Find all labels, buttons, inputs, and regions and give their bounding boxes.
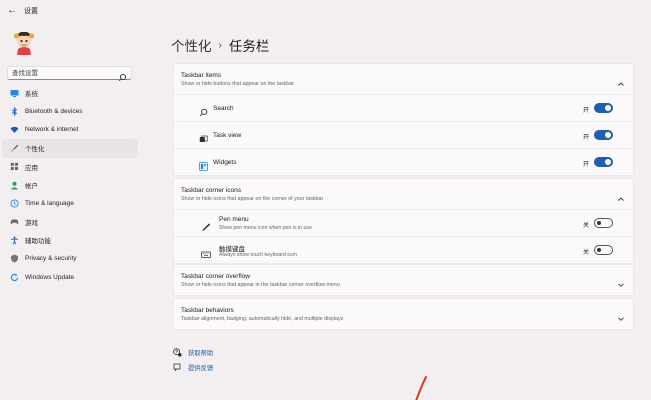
red-pen-stroke [415,376,427,400]
taskbar-corner-overflow-card[interactable]: Taskbar corner overflow Show or hide ico… [173,264,634,296]
search-input[interactable] [12,69,117,78]
keyboard-icon [201,246,211,258]
taskbar-behaviors-header[interactable]: Taskbar behaviors Taskbar alignment, bad… [174,299,633,329]
sidebar-item-apps[interactable]: 应用 [2,158,138,176]
chevron-down-icon[interactable] [617,310,625,321]
section-title: Taskbar items [181,72,222,79]
avatar[interactable] [10,28,38,56]
widgets-icon [199,158,208,171]
title-bar: ← 设置 [0,0,651,22]
shield-icon [10,254,19,263]
setting-label: Search [213,105,234,112]
task-view-icon [199,131,208,142]
toggle-state-text: 关 [582,250,589,256]
help-links: 获取帮助 提供反馈 [173,345,213,375]
feedback-icon [173,363,182,372]
sidebar-item-label: Time & language [25,200,74,208]
search-icon [118,69,127,82]
toggle-state-text: 关 [582,223,589,229]
section-title: Taskbar corner icons [181,187,241,194]
sidebar-item-label: Bluetooth & devices [25,108,83,116]
task-view-toggle[interactable] [594,130,613,140]
taskbar-items-header[interactable]: Taskbar items Show or hide buttons that … [174,64,633,94]
get-help-label: 获取帮助 [188,350,214,357]
get-help-link[interactable]: 获取帮助 [173,345,213,360]
sidebar-nav: 系统 Bluetooth & devices Network & interne… [0,84,140,286]
setting-row-search: Search 开 [174,94,633,121]
give-feedback-link[interactable]: 提供反馈 [173,360,213,375]
section-title: Taskbar corner overflow [181,273,250,280]
help-icon [173,348,182,357]
sidebar-item-accessibility[interactable]: 辅助功能 [2,231,138,249]
taskbar-corner-icons-card: Taskbar corner icons Show or hide icons … [173,178,634,264]
section-subtitle: Taskbar alignment, badging, automaticall… [181,316,344,322]
pen-icon [201,219,211,232]
toggle-state-text: 开 [582,135,589,141]
globe-clock-icon [10,199,19,208]
sidebar-item-label: Network & internet [25,126,79,134]
wifi-icon [10,125,19,134]
toggle-state-text: 开 [582,162,589,168]
sidebar-item-label: Windows Update [25,273,75,281]
person-icon [10,181,19,190]
back-button[interactable]: ← [6,5,18,17]
taskbar-items-card: Taskbar items Show or hide buttons that … [173,63,634,176]
sidebar-item-label: 辅助功能 [25,238,51,246]
section-subtitle: Show or hide icons that appear in the ta… [181,282,340,288]
sidebar-item-label: 个性化 [25,146,45,154]
sidebar-item-time-language[interactable]: Time & language [2,194,138,212]
setting-row-touch-keyboard: 触摸键盘 Always show touch keyboard icon 关 [174,236,633,263]
monitor-icon [10,89,19,98]
gamepad-icon [10,217,19,226]
search-icon [199,104,208,117]
window-title: 设置 [24,8,38,15]
taskbar-corner-overflow-header[interactable]: Taskbar corner overflow Show or hide ico… [174,265,633,295]
sidebar-item-windows-update[interactable]: Windows Update [2,268,138,286]
sidebar-item-label: 系统 [25,91,38,99]
setting-label: Task view [213,132,242,139]
chevron-up-icon[interactable] [617,190,625,201]
chevron-up-icon[interactable] [617,75,625,86]
sidebar-item-system[interactable]: 系统 [2,84,138,102]
bluetooth-icon [10,107,19,117]
setting-label: Pen menu [219,216,249,223]
brush-icon [10,144,19,153]
setting-row-task-view: Task view 开 [174,121,633,148]
breadcrumb: 个性化 › 任务栏 [171,35,269,55]
sidebar-item-bluetooth[interactable]: Bluetooth & devices [2,102,138,120]
sidebar-item-label: 游戏 [25,219,38,227]
section-title: Taskbar behaviors [181,307,234,314]
sidebar-item-label: 帐户 [25,183,38,191]
setting-description: Show pen menu icon when pen is in use [219,225,312,231]
sidebar-item-label: Privacy & security [25,255,77,263]
taskbar-behaviors-card[interactable]: Taskbar behaviors Taskbar alignment, bad… [173,298,634,330]
sidebar-item-personalization[interactable]: 个性化 [2,139,138,158]
touch-keyboard-toggle[interactable] [594,245,613,255]
pen-menu-toggle[interactable] [594,218,613,228]
widgets-toggle[interactable] [594,157,613,167]
setting-label: Widgets [213,159,237,166]
setting-row-pen-menu: Pen menu Show pen menu icon when pen is … [174,209,633,236]
apps-icon [10,162,19,171]
sidebar-item-label: 应用 [25,164,38,172]
sidebar-item-privacy[interactable]: Privacy & security [2,250,138,268]
chevron-down-icon[interactable] [617,276,625,287]
page-title: 任务栏 [228,39,270,54]
breadcrumb-separator: › [218,39,222,51]
sidebar-item-network[interactable]: Network & internet [2,121,138,139]
give-feedback-label: 提供反馈 [188,365,214,372]
breadcrumb-parent[interactable]: 个性化 [171,35,212,55]
search-toggle[interactable] [594,103,613,113]
toggle-state-text: 开 [582,108,589,114]
setting-description: Always show touch keyboard icon [219,252,297,258]
sidebar-item-accounts[interactable]: 帐户 [2,176,138,194]
update-icon [10,273,19,282]
search-box[interactable] [7,66,132,82]
section-subtitle: Show or hide buttons that appear on the … [181,81,295,87]
setting-row-widgets: Widgets 开 [174,148,633,175]
taskbar-corner-icons-header[interactable]: Taskbar corner icons Show or hide icons … [174,179,633,209]
section-subtitle: Show or hide icons that appear on the co… [181,196,324,202]
accessibility-icon [10,236,19,245]
sidebar-item-gaming[interactable]: 游戏 [2,213,138,231]
